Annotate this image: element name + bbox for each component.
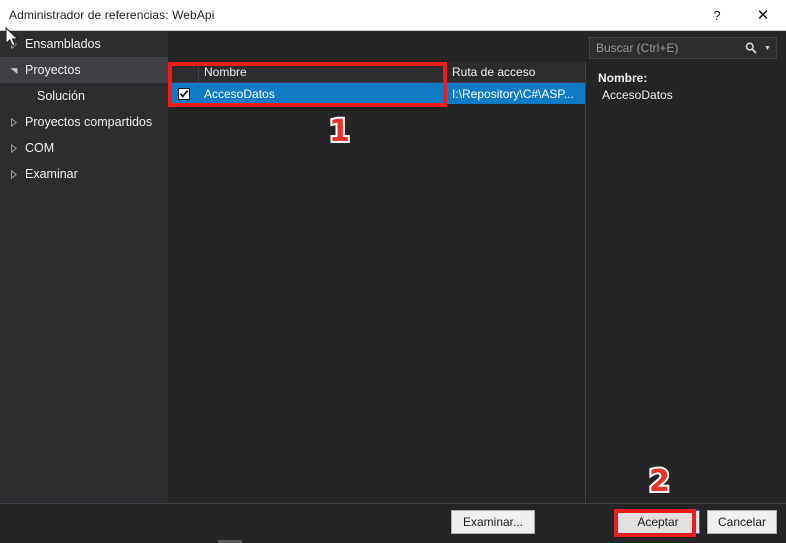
row-path: I:\Repository\C#\ASP... [452, 86, 574, 101]
close-button[interactable]: ✕ [740, 0, 786, 30]
cancelar-button[interactable]: Cancelar [707, 510, 777, 534]
reference-list: Nombre Ruta de acceso AccesoDatos I:\Rep… [168, 62, 586, 503]
sidebar-item-proyectos-compartidos[interactable]: Proyectos compartidos [0, 109, 168, 135]
column-header-check[interactable] [168, 62, 199, 82]
chevron-right-icon [10, 117, 25, 127]
row-name: AccesoDatos [204, 86, 275, 101]
sidebar-item-ensamblados[interactable]: Ensamblados [0, 31, 168, 57]
category-tree: Ensamblados Proyectos Solución Proyectos… [0, 31, 168, 503]
sidebar-item-proyectos[interactable]: Proyectos [0, 57, 168, 83]
column-header-ruta[interactable]: Ruta de acceso [447, 62, 585, 82]
dialog-footer: Examinar... Aceptar Cancelar [0, 503, 786, 543]
sidebar-item-com[interactable]: COM [0, 135, 168, 161]
sidebar-item-label: Proyectos compartidos [25, 115, 153, 129]
chevron-right-icon [10, 143, 25, 153]
chevron-right-icon [10, 169, 25, 179]
help-button[interactable]: ? [694, 0, 740, 30]
sidebar-item-label: Solución [37, 89, 85, 103]
sidebar-item-label: COM [25, 141, 55, 155]
sidebar-item-label: Ensamblados [25, 37, 101, 51]
detail-name-value: AccesoDatos [602, 88, 673, 102]
search-input[interactable]: Buscar (Ctrl+E) [590, 41, 741, 55]
chevron-down-icon [10, 66, 25, 75]
checkbox-checked-icon[interactable] [177, 87, 190, 100]
sidebar-item-solucion[interactable]: Solución [0, 83, 168, 109]
window-title: Administrador de referencias: WebApi [9, 8, 215, 22]
search-box[interactable]: Buscar (Ctrl+E) ▼ [589, 37, 777, 59]
chevron-down-icon[interactable]: ▼ [761, 45, 776, 52]
row-checkbox-cell[interactable] [168, 83, 199, 104]
sidebar-item-examinar[interactable]: Examinar [0, 161, 168, 187]
sidebar-item-label: Examinar [25, 167, 78, 181]
search-icon[interactable] [741, 42, 761, 54]
table-row[interactable]: AccesoDatos I:\Repository\C#\ASP... [168, 83, 585, 104]
chevron-right-icon [10, 39, 25, 49]
detail-panel: Nombre: AccesoDatos [587, 62, 786, 503]
detail-name-label: Nombre: [598, 71, 648, 85]
sidebar-item-label: Proyectos [25, 63, 81, 77]
list-header-row: Nombre Ruta de acceso [168, 62, 585, 83]
column-header-nombre[interactable]: Nombre [199, 62, 447, 82]
examinar-button[interactable]: Examinar... [451, 510, 535, 534]
aceptar-button[interactable]: Aceptar [616, 510, 700, 534]
reference-manager-dialog: Administrador de referencias: WebApi ? ✕… [0, 0, 786, 543]
title-bar: Administrador de referencias: WebApi ? ✕ [0, 0, 786, 31]
dialog-content: Ensamblados Proyectos Solución Proyectos… [0, 31, 786, 503]
